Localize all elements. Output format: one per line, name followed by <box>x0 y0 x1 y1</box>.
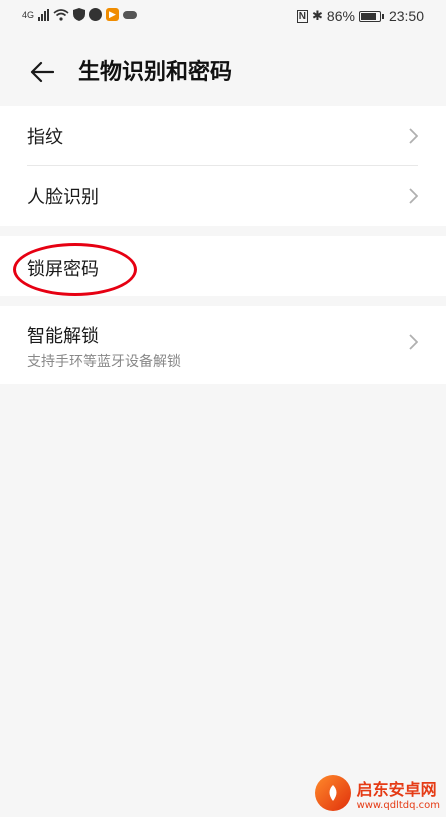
status-right: N ✱ 86% 23:50 <box>296 8 424 24</box>
lock-screen-password-row[interactable]: 锁屏密码 <box>0 236 446 296</box>
biometrics-card: 指纹 人脸识别 <box>0 106 446 226</box>
lock-screen-password-label: 锁屏密码 <box>27 259 99 280</box>
wifi-icon <box>53 8 69 21</box>
signal-icon <box>38 8 50 21</box>
fingerprint-row[interactable]: 指纹 <box>0 106 446 166</box>
chevron-right-icon <box>409 188 418 204</box>
watermark-text: 启东安卓网 www.qdltdq.com <box>357 776 440 811</box>
wechat-icon <box>89 8 103 21</box>
nfc-icon: N <box>296 9 309 23</box>
watermark: 启东安卓网 www.qdltdq.com <box>314 775 440 811</box>
watermark-name: 启东安卓网 <box>356 779 437 799</box>
battery-icon <box>358 10 384 22</box>
watermark-logo-icon <box>314 775 351 811</box>
shield-icon <box>73 8 86 21</box>
status-left: 4G ▶ <box>22 8 138 21</box>
page-title: 生物识别和密码 <box>78 60 233 85</box>
watermark-url: www.qdltdq.com <box>356 799 440 811</box>
cloud-icon <box>123 10 138 19</box>
fingerprint-label: 指纹 <box>27 127 63 148</box>
status-bar: 4G ▶ N ✱ 86% 23:50 <box>0 0 446 34</box>
smart-unlock-row[interactable]: 智能解锁 支持手环等蓝牙设备解锁 <box>0 306 446 384</box>
header: 生物识别和密码 <box>0 34 446 106</box>
chevron-right-icon <box>409 128 418 144</box>
network-type-label: 4G <box>22 9 35 20</box>
face-recognition-label: 人脸识别 <box>27 187 99 208</box>
smart-unlock-description: 支持手环等蓝牙设备解锁 <box>27 354 181 370</box>
back-arrow-icon[interactable] <box>24 54 60 90</box>
video-app-icon: ▶ <box>106 8 120 21</box>
bluetooth-icon: ✱ <box>312 8 323 23</box>
face-recognition-row[interactable]: 人脸识别 <box>0 166 446 226</box>
battery-fill <box>360 12 376 20</box>
chevron-right-icon <box>409 334 418 350</box>
smart-unlock-label: 智能解锁 <box>27 326 99 347</box>
clock: 23:50 <box>388 8 424 24</box>
battery-percent: 86% <box>326 8 355 24</box>
